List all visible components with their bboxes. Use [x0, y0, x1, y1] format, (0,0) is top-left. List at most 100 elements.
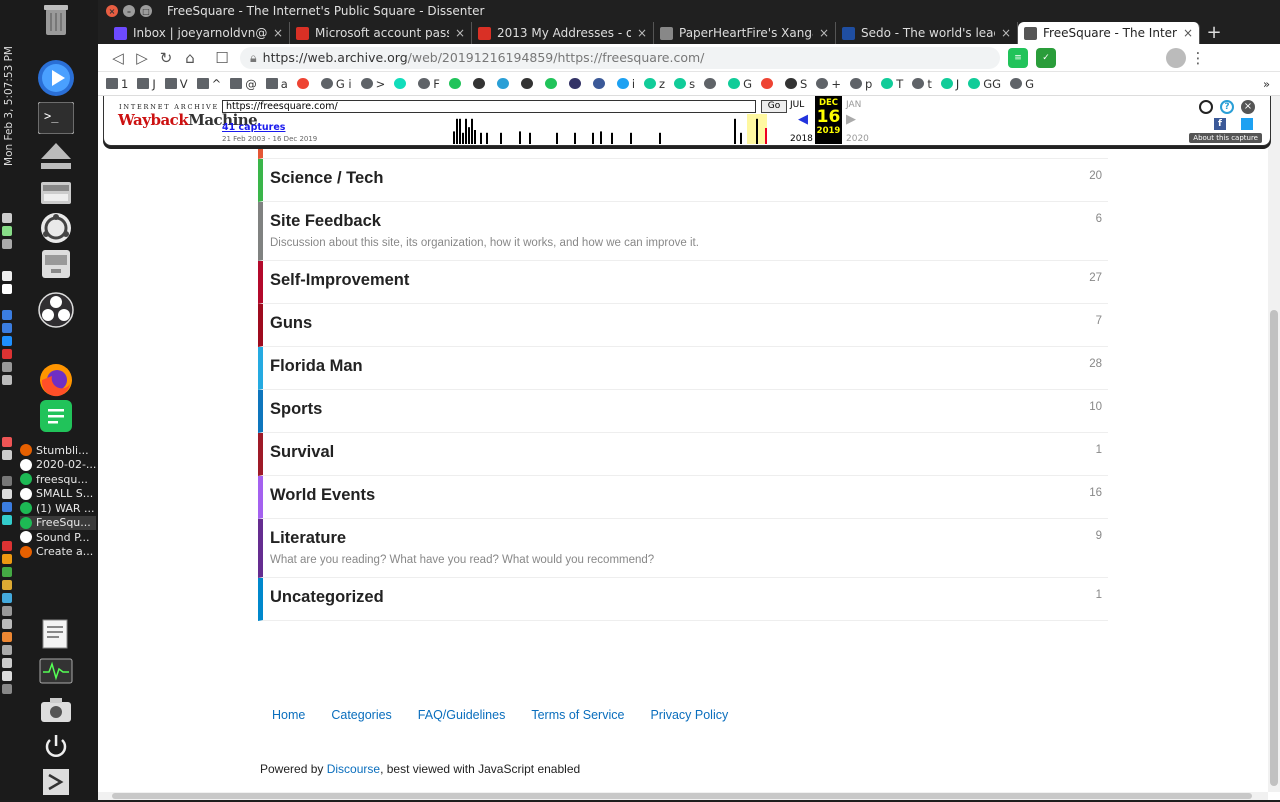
terminal-icon[interactable]: >_: [36, 98, 76, 138]
bookmark-star-icon[interactable]: ☐: [210, 46, 234, 70]
trash-icon[interactable]: [36, 0, 76, 40]
scroll-thumb[interactable]: [112, 793, 1252, 799]
power-icon[interactable]: [36, 726, 76, 766]
tray-icon[interactable]: [2, 580, 12, 590]
bookmark-item[interactable]: +: [816, 77, 841, 91]
help-icon[interactable]: ?: [1220, 100, 1234, 114]
tray-icon[interactable]: [2, 239, 12, 249]
tray-icon[interactable]: [2, 284, 12, 294]
text-editor-icon[interactable]: [36, 614, 76, 654]
bookmark-item[interactable]: p: [849, 77, 872, 91]
footer-link[interactable]: FAQ/Guidelines: [418, 708, 506, 722]
discourse-link[interactable]: Discourse: [327, 762, 380, 776]
close-window-icon[interactable]: ×: [106, 5, 118, 17]
capture-bar[interactable]: [468, 127, 470, 144]
prev-capture-arrow-icon[interactable]: ◀: [798, 112, 808, 127]
bookmarks-overflow-icon[interactable]: »: [1263, 77, 1270, 91]
vertical-scrollbar[interactable]: [1268, 96, 1280, 792]
tray-icon[interactable]: [2, 671, 12, 681]
capture-bar[interactable]: [529, 132, 531, 144]
bookmark-item[interactable]: a: [265, 77, 288, 91]
capture-bar[interactable]: [734, 118, 736, 144]
close-tab-icon[interactable]: ×: [455, 26, 465, 40]
tray-icon[interactable]: [2, 593, 12, 603]
category-row[interactable]: Site Feedback Discussion about this site,…: [258, 202, 1108, 261]
capture-bar[interactable]: [630, 132, 632, 144]
file-manager-icon[interactable]: [36, 244, 76, 284]
capture-bar[interactable]: [611, 132, 613, 144]
footer-link[interactable]: Home: [272, 708, 305, 722]
capture-bar[interactable]: [462, 132, 464, 144]
bookmark-item[interactable]: [520, 78, 536, 89]
media-player-icon[interactable]: [36, 58, 76, 98]
dissenter-green-app-icon[interactable]: [36, 396, 76, 436]
bookmark-item[interactable]: i: [616, 77, 635, 91]
workspace-switcher-icon[interactable]: [36, 762, 76, 802]
bookmark-item[interactable]: ^: [196, 77, 221, 91]
bookmark-item[interactable]: 1: [106, 77, 128, 91]
twitter-share-icon[interactable]: [1241, 118, 1253, 130]
close-toolbar-icon[interactable]: ×: [1241, 100, 1255, 114]
category-row[interactable]: Science / Tech 20: [258, 159, 1108, 202]
minimize-window-icon[interactable]: –: [123, 5, 135, 17]
wayback-capture-sparkline[interactable]: [404, 114, 774, 144]
obs-studio-icon[interactable]: [36, 290, 76, 330]
bookmark-item[interactable]: J: [940, 77, 959, 91]
facebook-share-icon[interactable]: f: [1214, 118, 1226, 130]
bookmark-item[interactable]: [472, 78, 488, 89]
capture-bar[interactable]: [600, 131, 602, 144]
category-name[interactable]: Guns: [270, 314, 1108, 333]
menu-kebab-icon[interactable]: ⋮: [1186, 46, 1210, 70]
bookmark-item[interactable]: [496, 78, 512, 89]
bookmark-item[interactable]: G i: [320, 77, 352, 91]
bookmark-item[interactable]: S: [785, 77, 807, 91]
bookmark-item[interactable]: z: [644, 77, 665, 91]
capture-bar[interactable]: [459, 118, 461, 144]
bookmark-item[interactable]: [704, 78, 719, 89]
taskbar-window-item[interactable]: Create a...: [20, 545, 96, 559]
bookmark-item[interactable]: GG: [968, 77, 1001, 91]
capture-bar[interactable]: [486, 132, 488, 144]
tray-icon[interactable]: [2, 619, 12, 629]
scanner-icon[interactable]: [36, 172, 76, 212]
new-tab-button[interactable]: +: [1200, 22, 1228, 44]
tray-icon[interactable]: [2, 567, 12, 577]
reload-button[interactable]: ↻: [154, 46, 178, 70]
capture-bar[interactable]: [471, 118, 473, 144]
tray-icon[interactable]: [2, 349, 12, 359]
bookmark-item[interactable]: [296, 78, 312, 89]
category-name[interactable]: Survival: [270, 443, 1108, 462]
wayback-captures-link[interactable]: 41 captures: [222, 122, 285, 133]
capture-bar[interactable]: [456, 118, 458, 144]
horizontal-scrollbar[interactable]: [98, 792, 1268, 800]
category-row[interactable]: World Events 16: [258, 476, 1108, 519]
category-row[interactable]: Literature What are you reading? What hav…: [258, 519, 1108, 578]
tray-icon[interactable]: [2, 310, 12, 320]
tray-icon[interactable]: [2, 645, 12, 655]
category-row[interactable]: Guns 7: [258, 304, 1108, 347]
footer-link[interactable]: Privacy Policy: [650, 708, 728, 722]
bookmark-item[interactable]: [761, 78, 776, 89]
taskbar-window-item[interactable]: freesqu...: [20, 472, 96, 486]
taskbar-window-item[interactable]: 2020-02-...: [20, 458, 96, 472]
wayback-url-input[interactable]: https://freesquare.com/: [222, 100, 756, 113]
bookmark-item[interactable]: [394, 78, 409, 89]
tray-icon[interactable]: [2, 323, 12, 333]
browser-tab[interactable]: FreeSquare - The Internet's P ×: [1018, 22, 1200, 44]
footer-link[interactable]: Terms of Service: [531, 708, 624, 722]
tray-icon[interactable]: [2, 437, 12, 447]
forward-button[interactable]: ▷: [130, 46, 154, 70]
firefox-icon[interactable]: [36, 360, 76, 400]
category-name[interactable]: Florida Man: [270, 357, 1108, 376]
browser-tab[interactable]: Microsoft account password ×: [290, 22, 472, 44]
bookmark-item[interactable]: [568, 78, 584, 89]
about-capture-dropdown[interactable]: About this capture: [1189, 133, 1262, 143]
tray-icon[interactable]: [2, 476, 12, 486]
bookmark-item[interactable]: s: [674, 77, 695, 91]
close-tab-icon[interactable]: ×: [637, 26, 647, 40]
bookmark-item[interactable]: @: [230, 77, 257, 91]
taskbar-window-item[interactable]: SMALL S...: [20, 487, 96, 501]
tray-icon[interactable]: [2, 362, 12, 372]
ubuntu-software-icon[interactable]: [36, 208, 76, 248]
category-name[interactable]: World Events: [270, 486, 1108, 505]
